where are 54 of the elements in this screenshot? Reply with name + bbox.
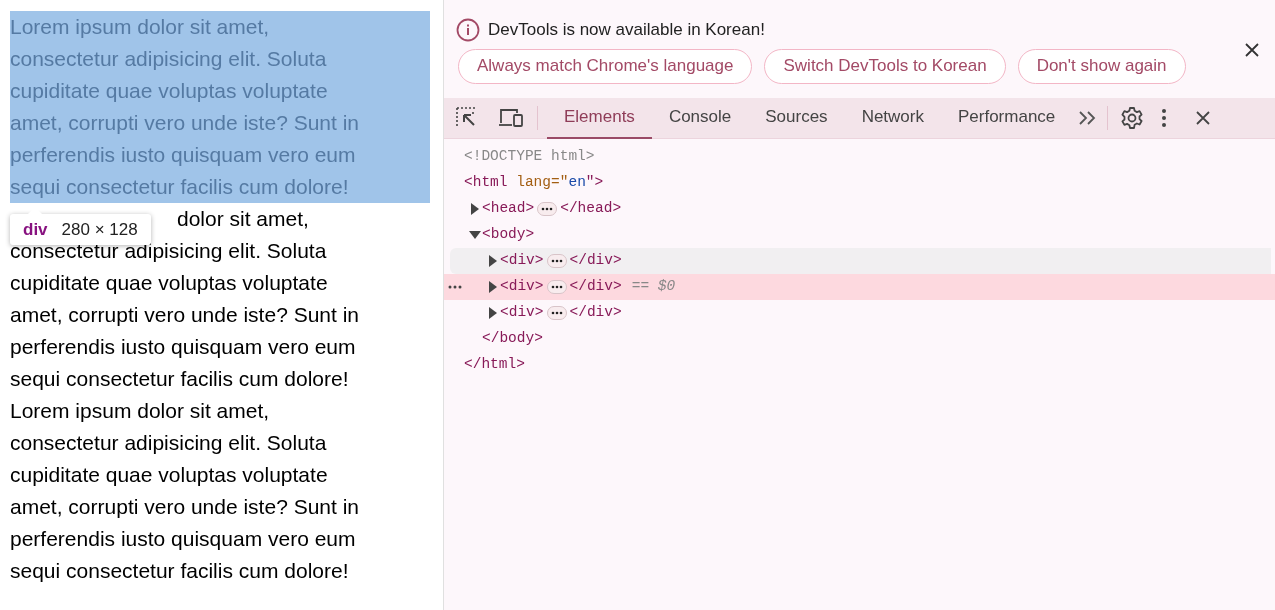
collapsed-content-icon[interactable] bbox=[546, 254, 567, 268]
expanded-triangle-icon[interactable] bbox=[468, 230, 482, 240]
tag-text[interactable]: </div> bbox=[569, 250, 622, 272]
text-line: perferendis iusto quisquam vero eum bbox=[10, 142, 357, 168]
panel-tab[interactable]: Network bbox=[844, 97, 941, 139]
panel-tab[interactable]: Console bbox=[651, 97, 749, 139]
tag-text[interactable]: </html> bbox=[464, 354, 525, 376]
close-icon[interactable] bbox=[1195, 110, 1212, 126]
tag-text[interactable]: <div> bbox=[500, 250, 544, 272]
element-size: 280 × 128 bbox=[61, 221, 138, 238]
text-line: perferendis iusto quisquam vero eum bbox=[10, 334, 357, 360]
more-options-icon[interactable] bbox=[1161, 108, 1168, 128]
text-line: cupiditate quae voluptas voluptate bbox=[10, 78, 329, 104]
panel-tab[interactable]: Elements bbox=[547, 97, 652, 139]
text-line: amet, corrupti vero unde iste? Sunt in bbox=[10, 110, 361, 136]
text-line: cupiditate quae voluptas voluptate bbox=[10, 462, 329, 488]
tag-text[interactable]: <html lang="en"> bbox=[464, 172, 604, 194]
collapsed-content-icon[interactable] bbox=[537, 202, 558, 216]
text-line: consectetur adipisicing elit. Soluta bbox=[10, 430, 328, 456]
text-line: sequi consectetur facilis cum dolore! bbox=[10, 558, 350, 584]
row-options-icon[interactable] bbox=[448, 285, 462, 289]
info-message: DevTools is now available in Korean! bbox=[488, 19, 765, 41]
settings-icon[interactable] bbox=[1120, 106, 1145, 130]
panel-tab[interactable]: Sources bbox=[748, 97, 845, 139]
infobar-button[interactable]: Switch DevTools to Korean bbox=[764, 48, 1006, 84]
text-line: sequi consectetur facilis cum dolore! bbox=[10, 174, 350, 200]
text-line: consectetur adipisicing elit. Soluta bbox=[10, 238, 328, 264]
tag-text[interactable]: <head> bbox=[482, 198, 535, 220]
panel-tab[interactable]: Performance bbox=[941, 97, 1073, 139]
collapsed-content-icon[interactable] bbox=[546, 280, 567, 294]
text-line: consectetur adipisicing elit. Soluta bbox=[10, 46, 328, 72]
tag-text[interactable]: </div> bbox=[569, 302, 622, 324]
text-line: Lorem ipsum dolor sit amet, bbox=[10, 398, 271, 424]
tag-text[interactable]: </head> bbox=[560, 198, 622, 220]
infobar-button[interactable]: Don't show again bbox=[1017, 48, 1186, 84]
text-line: sequi consectetur facilis cum dolore! bbox=[10, 366, 350, 392]
text-line: cupiditate quae voluptas voluptate bbox=[10, 270, 329, 296]
close-icon[interactable] bbox=[1244, 42, 1260, 58]
tag-name: div bbox=[23, 221, 48, 238]
tag-text[interactable]: </div> bbox=[569, 276, 622, 298]
selected-marker: == $0 bbox=[631, 277, 676, 297]
tag-text[interactable]: </body> bbox=[482, 328, 543, 350]
text-line: perferendis iusto quisquam vero eum bbox=[10, 526, 357, 552]
tag-text[interactable]: <div> bbox=[500, 276, 544, 298]
device-toolbar-icon[interactable] bbox=[498, 107, 524, 129]
info-icon bbox=[456, 17, 480, 42]
infobar-button[interactable]: Always match Chrome's language bbox=[458, 48, 753, 84]
text-line: amet, corrupti vero unde iste? Sunt in bbox=[10, 302, 361, 328]
text-line: dolor sit amet, bbox=[177, 206, 309, 232]
tag-text[interactable]: <div> bbox=[500, 302, 544, 324]
text-line: Lorem ipsum dolor sit amet, bbox=[10, 14, 271, 40]
text-line: amet, corrupti vero unde iste? Sunt in bbox=[10, 494, 361, 520]
collapsed-content-icon[interactable] bbox=[546, 306, 567, 320]
tag-text[interactable]: <body> bbox=[482, 224, 535, 246]
